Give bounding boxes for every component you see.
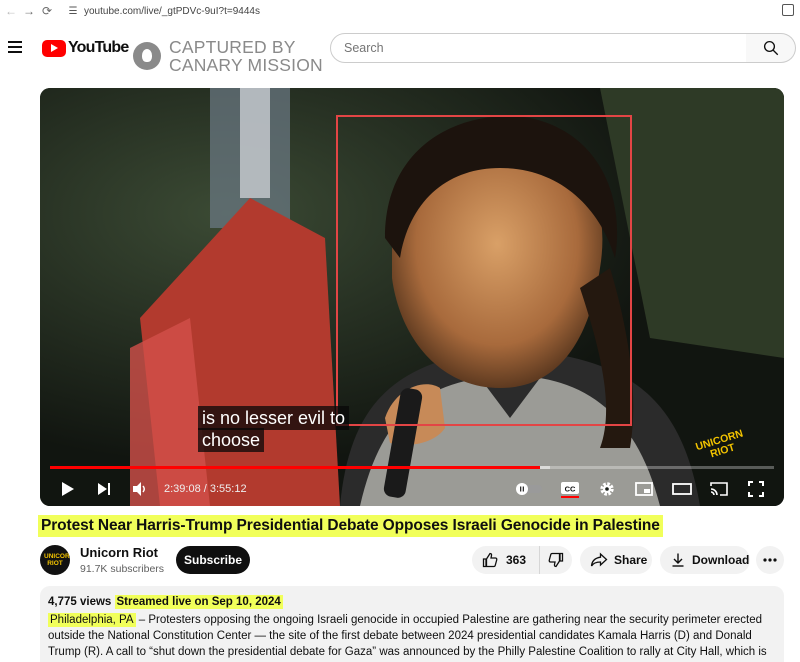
install-app-icon[interactable] (782, 4, 794, 16)
dislike-button[interactable] (540, 546, 572, 574)
progress-bar[interactable] (50, 466, 774, 469)
caption-line2: choose (198, 428, 265, 452)
theater-button[interactable] (670, 474, 694, 504)
description-body: – Protesters opposing the ongoing Israel… (48, 614, 767, 658)
canary-mission-watermark: CAPTURED BY CANARY MISSION (133, 38, 323, 74)
browser-toolbar: ← → ⟳ ☰ youtube.com/live/_gtPDVc-9uI?t=9… (0, 0, 800, 22)
like-dislike-group: 363 (472, 546, 572, 574)
captions-button[interactable]: CC (558, 474, 582, 504)
svg-text:CC: CC (565, 485, 576, 494)
site-info-icon[interactable]: ☰ (64, 6, 82, 17)
share-button[interactable]: Share (580, 546, 652, 574)
menu-icon[interactable] (8, 41, 22, 53)
thumbs-up-icon (482, 552, 498, 568)
view-count: 4,775 views (48, 596, 112, 608)
description-text: Philadelphia, PA – Protesters opposing t… (48, 612, 778, 662)
canary-bird-icon (133, 42, 161, 70)
back-arrow-icon[interactable]: ← (2, 0, 20, 22)
face-highlight-box (336, 115, 632, 426)
like-button[interactable]: 363 (472, 546, 540, 574)
play-icon (62, 482, 74, 496)
fullscreen-icon (748, 481, 764, 497)
description-box[interactable]: 4,775 views Streamed live on Sep 10, 202… (40, 586, 784, 662)
download-button[interactable]: Download (660, 546, 750, 574)
subscribe-button[interactable]: Subscribe (176, 546, 250, 574)
watermark-line2: CANARY MISSION (169, 55, 323, 75)
theater-icon (672, 483, 692, 495)
reload-icon[interactable]: ⟳ (38, 0, 56, 22)
next-icon (98, 483, 110, 495)
share-label: Share (614, 553, 648, 567)
more-horizontal-icon (763, 558, 777, 562)
autoplay-toggle[interactable] (514, 474, 544, 504)
search-box (330, 33, 747, 63)
description-meta: 4,775 views Streamed live on Sep 10, 202… (48, 595, 283, 609)
stream-date: Streamed live on Sep 10, 2024 (114, 595, 283, 609)
more-actions-button[interactable] (756, 546, 784, 574)
subscriber-count: 91.7K subscribers (80, 563, 165, 575)
download-label: Download (692, 553, 750, 567)
volume-icon (133, 482, 145, 496)
youtube-logo[interactable]: YouTube (42, 39, 129, 57)
settings-button[interactable] (595, 474, 619, 504)
download-icon (672, 553, 684, 567)
masthead: YouTube CAPTURED BY CANARY MISSION (0, 22, 800, 82)
video-title: Protest Near Harris-Trump Presidential D… (38, 515, 663, 537)
miniplayer-button[interactable] (632, 474, 656, 504)
autoplay-toggle-icon (516, 483, 542, 495)
play-button[interactable] (56, 474, 80, 504)
time-display: 2:39:08 / 3:55:12 (164, 483, 247, 495)
address-bar[interactable]: youtube.com/live/_gtPDVc-9uI?t=9444s (84, 6, 260, 17)
search-button[interactable] (746, 33, 796, 63)
player-controls: 2:39:08 / 3:55:12 CC (40, 474, 784, 504)
share-icon (590, 552, 608, 567)
thumbs-down-icon (548, 552, 564, 568)
miniplayer-icon (635, 482, 653, 496)
video-player[interactable]: is no lesser evil to choose UNICORN RIOT… (40, 88, 784, 506)
next-button[interactable] (92, 474, 116, 504)
location-tag[interactable]: Philadelphia, PA (48, 613, 136, 627)
watermark-line1: CAPTURED BY (169, 37, 296, 57)
like-count: 363 (506, 553, 527, 567)
channel-avatar[interactable]: UNICORN RIOT (40, 545, 70, 575)
caption-line1: is no lesser evil to (198, 406, 350, 430)
progress-played (50, 466, 541, 469)
cast-button[interactable] (707, 474, 731, 504)
youtube-logo-text: YouTube (68, 39, 129, 56)
search-icon (763, 40, 778, 56)
youtube-play-icon (42, 39, 66, 57)
search-input[interactable] (331, 34, 746, 62)
volume-button[interactable] (128, 474, 152, 504)
cc-icon: CC (561, 482, 579, 498)
avatar-text: UNICORN RIOT (44, 553, 70, 567)
settings-icon (600, 482, 614, 496)
channel-name[interactable]: Unicorn Riot (80, 545, 158, 560)
fullscreen-button[interactable] (744, 474, 768, 504)
forward-arrow-icon[interactable]: → (20, 0, 38, 22)
cast-icon (710, 482, 728, 496)
